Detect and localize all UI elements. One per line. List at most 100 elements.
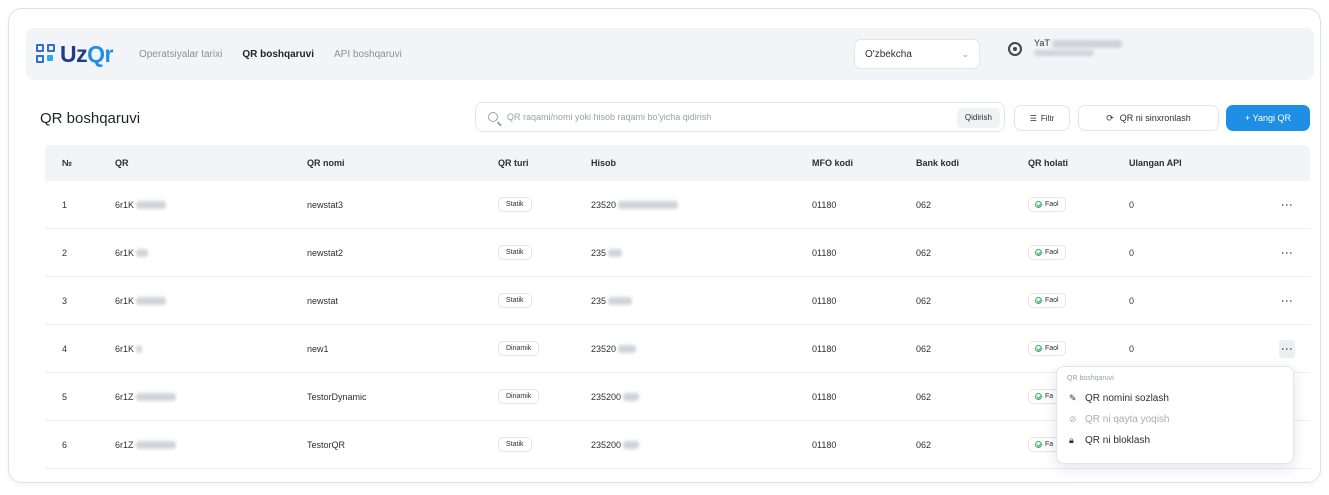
logo-text: UzQr [60,41,113,68]
cell-bank: 062 [916,295,932,306]
cell-status: Faol [1028,341,1066,356]
menu-item-label: QR ni qayta yoqish [1085,414,1170,425]
header-mfo: MFO kodi [812,158,853,168]
new-qr-label: + Yangi QR [1245,113,1291,123]
user-id [1034,49,1122,59]
sync-icon: ⟳ [1106,112,1114,123]
header-account: Hisob [591,158,617,168]
language-selected: O'zbekcha [865,48,912,60]
header-qr: QR [115,158,129,168]
cell-qr-name: TestorQR [307,439,346,450]
more-vertical-icon: ⋮ [1280,342,1294,355]
page-title: QR boshqaruvi [40,110,141,127]
user-profile[interactable]: YaT [1008,38,1123,59]
table-row[interactable]: 3 6r1K newstat Statik 235 01180 062 Faol… [45,277,1310,325]
filter-button[interactable]: ☰ Filtr [1014,105,1070,131]
cell-bank: 062 [916,343,932,354]
cell-qr: 6r1K [115,296,167,306]
cell-status: Faol [1028,197,1066,212]
user-name: YaT [1034,38,1123,49]
cell-qr-name: newstat [307,295,339,306]
logo[interactable]: UzQr [36,41,113,68]
logo-qr: Qr [87,40,113,67]
status-badge: Faol [1028,245,1066,260]
cell-account: 235200 [591,440,640,450]
menu-item-label: QR nomini sozlash [1085,393,1169,404]
header-status: QR holati [1028,158,1068,168]
more-vertical-icon: ⋮ [1280,294,1294,307]
cell-mfo: 01180 [812,199,837,210]
cell-qr: 6r1K [115,344,143,354]
cell-no: 2 [62,247,68,258]
nav-qr-management[interactable]: QR boshqaruvi [242,49,314,60]
more-actions-button[interactable]: ⋮ [1279,339,1295,358]
search-placeholder: QR raqami/nomi yoki hisob raqami bo'yich… [507,112,712,122]
cell-bank: 062 [916,391,932,402]
sync-qr-button[interactable]: ⟳ QR ni sinxronlash [1078,105,1219,131]
qr-logo-icon [36,44,56,64]
header-bank: Bank kodi [916,158,960,168]
table-row[interactable]: 2 6r1K newstat2 Statik 235 01180 062 Fao… [45,229,1310,277]
more-vertical-icon: ⋮ [1280,198,1294,211]
menu-item-label: QR ni bloklash [1085,435,1151,446]
cell-account: 23520 [591,200,679,210]
cell-qr-name: newstat2 [307,247,344,258]
cell-api: 0 [1129,199,1135,210]
check-circle-icon [1035,297,1042,304]
status-badge: Faol [1028,341,1066,356]
check-circle-icon [1035,441,1042,448]
table-row[interactable]: 1 6r1K newstat3 Statik 23520 01180 062 F… [45,181,1310,229]
cell-no: 3 [62,295,68,306]
search-button[interactable]: Qidirish [956,108,1000,128]
cell-api: 0 [1129,343,1135,354]
pencil-icon: ✎ [1069,393,1077,403]
cell-no: 5 [62,391,68,402]
sync-label: QR ni sinxronlash [1119,113,1191,123]
cell-qr: 6r1K [115,248,149,258]
search-icon [488,112,498,122]
menu-title: QR boshqaruvi [1067,375,1114,382]
check-circle-icon [1035,201,1042,208]
cell-qr-type: Statik [498,197,532,212]
new-qr-button[interactable]: + Yangi QR [1226,105,1310,131]
search-input[interactable]: QR raqami/nomi yoki hisob raqami bo'yich… [475,102,1005,132]
cell-bank: 062 [916,439,932,450]
cell-qr: 6r1Z [115,440,176,450]
menu-item-block-qr[interactable]: 🔒︎ QR ni bloklash [1057,430,1293,451]
cell-qr-type: Dinamik [498,341,540,356]
cell-account: 235 [591,296,633,306]
cell-no: 1 [62,199,68,210]
nav-api-management[interactable]: API boshqaruvi [334,49,402,60]
cell-mfo: 01180 [812,247,837,258]
type-badge: Statik [498,245,532,260]
header-qr-name: QR nomi [307,158,345,168]
type-badge: Dinamik [498,341,540,356]
type-badge: Statik [498,293,532,308]
header-qr-type: QR turi [498,158,529,168]
header-api: Ulangan API [1129,158,1182,168]
cell-no: 4 [62,343,68,354]
check-circle-icon [1035,249,1042,256]
table-header: № QR QR nomi QR turi Hisob MFO kodi Bank… [45,145,1310,181]
more-actions-button[interactable]: ⋮ [1279,292,1295,310]
top-header: UzQr Operatsiyalar tarixi QR boshqaruvi … [26,28,1314,80]
cell-mfo: 01180 [812,295,837,306]
cell-status: Faol [1028,293,1066,308]
nav-operations-history[interactable]: Operatsiyalar tarixi [139,49,222,60]
more-actions-button[interactable]: ⋮ [1279,196,1295,214]
cell-qr-name: TestorDynamic [307,391,367,402]
menu-item-reactivate-qr[interactable]: ⊘ QR ni qayta yoqish [1057,409,1293,430]
cell-qr-type: Statik [498,437,532,452]
check-circle-icon [1035,345,1042,352]
menu-item-rename-qr[interactable]: ✎ QR nomini sozlash [1057,388,1293,409]
filter-icon: ☰ [1029,113,1037,123]
status-badge: Faol [1028,293,1066,308]
user-icon [1008,41,1022,56]
more-actions-button[interactable]: ⋮ [1279,244,1295,262]
cell-status: Faol [1028,245,1066,260]
cell-qr: 6r1Z [115,392,176,402]
cell-qr-name: new1 [307,343,329,354]
cell-api: 0 [1129,247,1135,258]
cell-mfo: 01180 [812,343,837,354]
language-select[interactable]: O'zbekcha ⌄ [854,39,980,69]
